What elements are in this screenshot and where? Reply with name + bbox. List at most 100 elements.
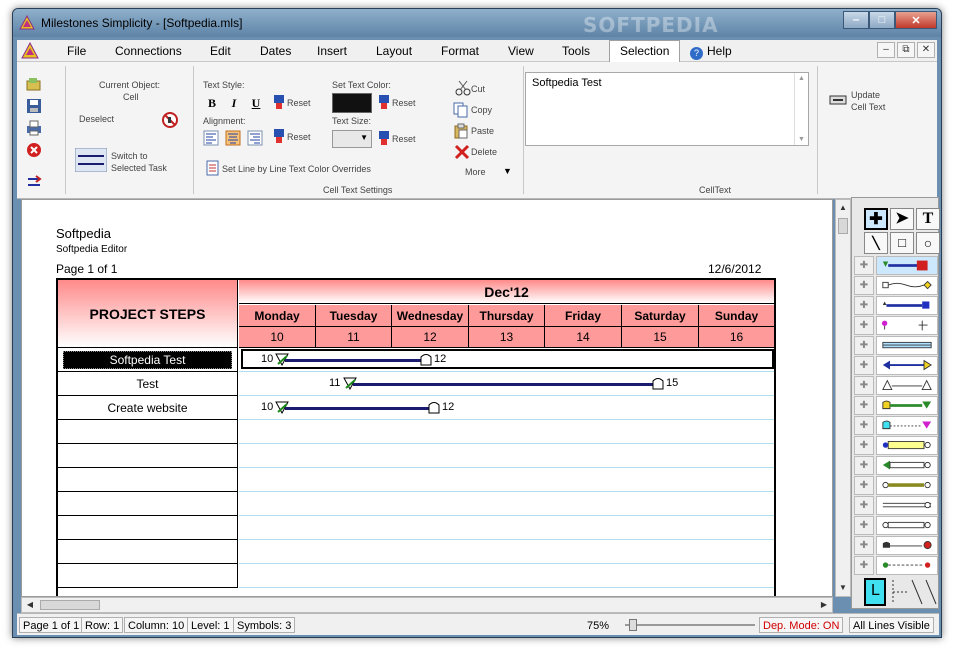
palette-row[interactable]: ✚ (854, 416, 938, 435)
bar-symbol-icon[interactable] (876, 336, 938, 355)
scroll-down-icon[interactable]: ▼ (836, 582, 850, 594)
sync-icon[interactable] (26, 174, 42, 190)
text-color-swatch[interactable] (332, 93, 372, 113)
zoom-slider[interactable] (625, 624, 755, 626)
deselect-icon[interactable] (162, 112, 178, 128)
plus-icon[interactable]: ✚ (854, 256, 874, 275)
palette-row[interactable]: ✚ (854, 276, 938, 295)
bar-symbol-icon[interactable] (876, 276, 938, 295)
switch-to-label[interactable]: Switch to (111, 151, 148, 161)
reset-color-button[interactable]: Reset (392, 98, 416, 108)
line-override-icon[interactable] (205, 160, 221, 176)
reset-align-button[interactable]: Reset (287, 132, 311, 142)
menu-format[interactable]: Format (441, 44, 479, 58)
lines-visible-status[interactable]: All Lines Visible (849, 617, 934, 633)
empty-row[interactable] (58, 444, 238, 468)
reset-align-icon[interactable] (273, 128, 285, 144)
menu-insert[interactable]: Insert (317, 44, 347, 58)
scroll-right-icon[interactable]: ▶ (817, 599, 831, 611)
palette-row[interactable]: ✚ (854, 536, 938, 555)
bar-symbol-icon[interactable] (876, 456, 938, 475)
task-row-label[interactable]: Test (58, 372, 238, 396)
plus-icon[interactable]: ✚ (854, 316, 874, 335)
reset-style-icon[interactable] (273, 94, 285, 110)
plus-icon[interactable]: ✚ (854, 556, 874, 575)
cut-button[interactable]: Cut (471, 84, 485, 94)
update-cell-icon[interactable] (829, 94, 847, 106)
palette-row[interactable]: ✚ (854, 336, 938, 355)
close-button[interactable]: ✕ (895, 11, 937, 29)
title-bar[interactable]: Milestones Simplicity - [Softpedia.mls] … (13, 9, 941, 37)
delete-button[interactable]: Delete (471, 147, 497, 157)
maximize-button[interactable]: □ (869, 11, 895, 29)
task-bar-row[interactable]: 10 12 (239, 348, 774, 372)
palette-row[interactable]: ✚ (854, 516, 938, 535)
bar-symbol-icon[interactable] (876, 376, 938, 395)
add-tool-icon[interactable]: ✚ (864, 208, 888, 230)
align-right-icon[interactable] (247, 130, 263, 146)
underline-button[interactable]: U (247, 94, 265, 112)
empty-row[interactable] (58, 468, 238, 492)
plus-icon[interactable]: ✚ (854, 396, 874, 415)
task-row-label[interactable]: Softpedia Test (58, 348, 238, 372)
reset-size-icon[interactable] (378, 130, 390, 146)
horizontal-scrollbar[interactable]: ◀ ▶ (21, 597, 833, 613)
bar-symbol-icon[interactable] (876, 396, 938, 415)
deselect-button[interactable]: Deselect (79, 114, 114, 124)
text-size-select[interactable]: ▼ (332, 130, 372, 148)
line-tool-icon[interactable]: ╲ (864, 232, 888, 254)
scroll-up-icon[interactable]: ▲ (836, 202, 850, 214)
palette-row[interactable]: ✚ (854, 376, 938, 395)
plus-icon[interactable]: ✚ (854, 496, 874, 515)
task-bar-row[interactable]: 11 15 (239, 372, 774, 396)
save-icon[interactable] (26, 98, 42, 114)
plus-icon[interactable]: ✚ (854, 336, 874, 355)
task-bar-row[interactable]: 10 12 (239, 396, 774, 420)
exit-icon[interactable] (26, 142, 42, 158)
palette-row[interactable]: ✚ (854, 476, 938, 495)
paste-button[interactable]: Paste (471, 126, 494, 136)
copy-button[interactable]: Copy (471, 105, 492, 115)
bar-symbol-icon[interactable] (876, 496, 938, 515)
palette-row[interactable]: ✚ (854, 316, 938, 335)
ellipse-tool-icon[interactable]: ○ (916, 232, 940, 254)
empty-row[interactable] (58, 492, 238, 516)
minimize-button[interactable]: ‒ (843, 11, 869, 29)
bar-symbol-icon[interactable] (876, 316, 938, 335)
plus-icon[interactable]: ✚ (854, 456, 874, 475)
menu-selection[interactable]: Selection (609, 40, 681, 62)
vscroll-thumb[interactable] (838, 218, 848, 234)
align-left-icon[interactable] (203, 130, 219, 146)
empty-row[interactable] (58, 564, 238, 588)
menu-layout[interactable]: Layout (376, 44, 412, 58)
vertical-scrollbar[interactable]: ▲ ▼ (835, 199, 851, 597)
menu-help[interactable]: ? Help (690, 44, 732, 60)
dep-mode-status[interactable]: Dep. Mode: ON (759, 617, 844, 633)
plus-icon[interactable]: ✚ (854, 516, 874, 535)
print-icon[interactable] (26, 120, 42, 136)
bar-symbol-icon[interactable] (876, 516, 938, 535)
menu-connections[interactable]: Connections (115, 44, 182, 58)
empty-row[interactable] (58, 420, 238, 444)
plus-icon[interactable]: ✚ (854, 296, 874, 315)
more-button[interactable]: More (465, 167, 486, 177)
palette-row[interactable]: ✚ (854, 396, 938, 415)
plus-icon[interactable]: ✚ (854, 276, 874, 295)
open-icon[interactable] (26, 76, 42, 92)
menu-tools[interactable]: Tools (562, 44, 590, 58)
steep-connector-icon[interactable] (924, 578, 938, 606)
menu-view[interactable]: View (508, 44, 534, 58)
palette-row[interactable]: ✚ (854, 256, 938, 275)
palette-row[interactable]: ✚ (854, 556, 938, 575)
celltext-scrollbar[interactable]: ▲ ▼ (794, 73, 808, 145)
doc-minimize-button[interactable]: – (877, 42, 895, 58)
plus-icon[interactable]: ✚ (854, 356, 874, 375)
dashed-connector-icon[interactable] (890, 578, 910, 606)
task-row-label[interactable]: Create website (58, 396, 238, 420)
bold-button[interactable]: B (203, 94, 221, 112)
more-chevron-icon[interactable]: ▼ (503, 166, 512, 176)
menu-file[interactable]: File (67, 44, 86, 58)
plus-icon[interactable]: ✚ (854, 416, 874, 435)
doc-restore-button[interactable]: ⧉ (897, 42, 915, 58)
reset-style-button[interactable]: Reset (287, 98, 311, 108)
